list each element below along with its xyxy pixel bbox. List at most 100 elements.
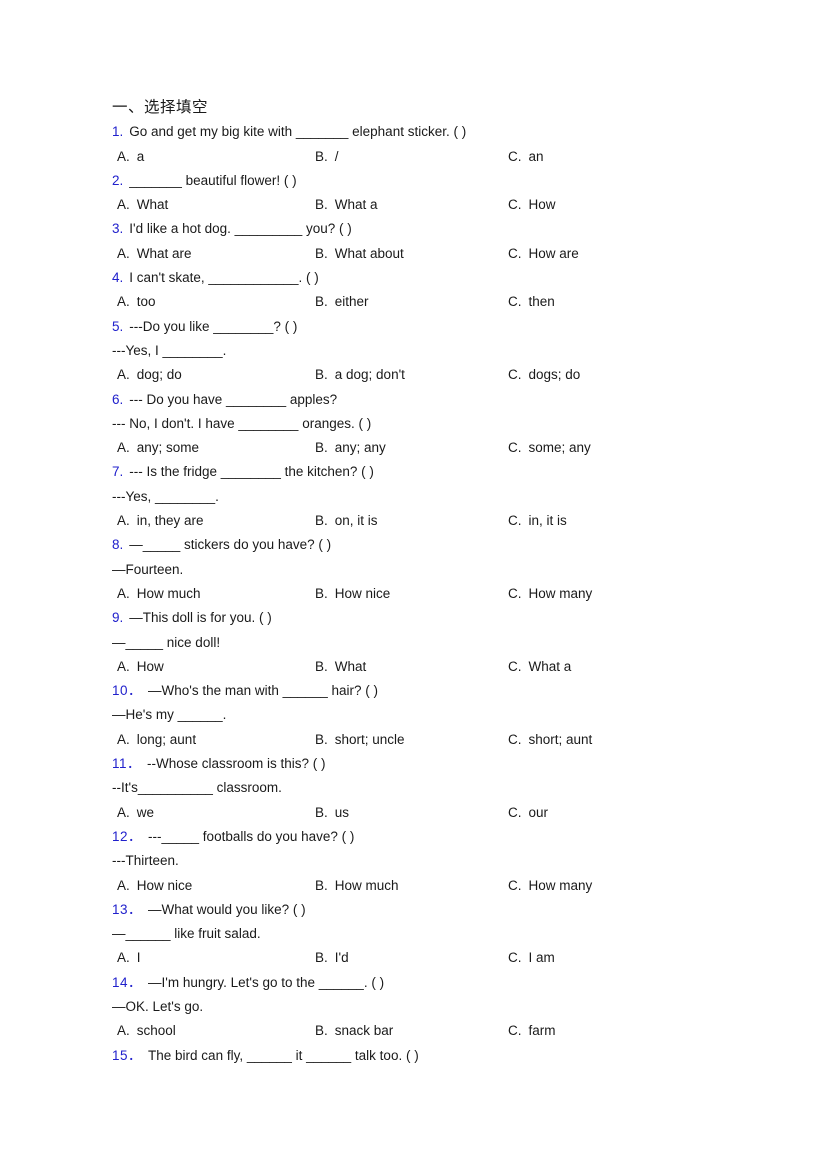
option-c-label: C. — [508, 877, 522, 893]
option-b-text: How much — [334, 877, 399, 893]
option-a-label: A. — [117, 440, 130, 456]
option-a-label: A. — [117, 148, 130, 164]
question-line: 6. --- Do you have ________ apples? — [112, 388, 772, 412]
option-b-label: B. — [315, 367, 328, 383]
option-a[interactable]: A. a — [117, 145, 144, 169]
option-b[interactable]: B. / — [315, 145, 339, 169]
option-b-label: B. — [315, 731, 328, 747]
option-b-label: B. — [315, 1023, 328, 1039]
option-c-text: How many — [528, 585, 593, 601]
option-a[interactable]: A. How nice — [117, 874, 192, 898]
option-c-text: dogs; do — [528, 367, 581, 383]
option-b-text: us — [334, 804, 350, 820]
question-continuation-line: ---Yes, ________. — [112, 488, 219, 504]
question-continuation-line: —OK. Let's go. — [112, 998, 204, 1014]
option-a[interactable]: A. too — [117, 290, 156, 314]
question-text: ---Do you like ________? ( ) — [129, 318, 298, 334]
option-b[interactable]: B. us — [315, 801, 349, 825]
option-c-text: an — [528, 148, 544, 164]
option-a[interactable]: A. I — [117, 946, 141, 970]
option-a[interactable]: A. What — [117, 193, 168, 217]
option-a[interactable]: A. school — [117, 1019, 176, 1043]
option-c[interactable]: C. How many — [508, 874, 592, 898]
option-c[interactable]: C. short; aunt — [508, 728, 592, 752]
option-c[interactable]: C. in, it is — [508, 509, 567, 533]
option-a-text: we — [136, 804, 155, 820]
option-c[interactable]: C. How — [508, 193, 556, 217]
option-a[interactable]: A. What are — [117, 242, 192, 266]
option-c-label: C. — [508, 245, 522, 261]
option-b[interactable]: B. on, it is — [315, 509, 378, 533]
option-c-label: C. — [508, 731, 522, 747]
option-b-label: B. — [315, 294, 328, 310]
option-b-text: What about — [334, 245, 404, 261]
option-c[interactable]: C. How many — [508, 582, 592, 606]
question-text: --Whose classroom is this? ( ) — [147, 756, 326, 772]
option-b[interactable]: B. How nice — [315, 582, 390, 606]
option-a[interactable]: A. How much — [117, 582, 201, 606]
option-c[interactable]: C. How are — [508, 242, 579, 266]
option-a-text: long; aunt — [136, 731, 197, 747]
option-c[interactable]: C. farm — [508, 1019, 556, 1043]
option-b[interactable]: B. short; uncle — [315, 728, 405, 752]
option-b[interactable]: B. How much — [315, 874, 399, 898]
question-number: 2. — [112, 172, 124, 188]
question-text: —This doll is for you. ( ) — [129, 610, 272, 626]
option-a[interactable]: A. long; aunt — [117, 728, 196, 752]
option-a-label: A. — [117, 658, 130, 674]
option-c[interactable]: C. then — [508, 290, 555, 314]
question-text: —_____ stickers do you have? ( ) — [129, 537, 332, 553]
option-c-label: C. — [508, 513, 522, 529]
option-a[interactable]: A. dog; do — [117, 363, 182, 387]
question-line: 10． —Who's the man with ______ hair? ( ) — [112, 679, 772, 703]
option-a[interactable]: A. we — [117, 801, 154, 825]
option-b[interactable]: B. What a — [315, 193, 378, 217]
option-row: A. I B. I'd C. I am — [112, 946, 772, 970]
option-b[interactable]: B. any; any — [315, 436, 386, 460]
option-a-label: A. — [117, 1023, 130, 1039]
option-row: A. we B. us C. our — [112, 801, 772, 825]
option-c-text: in, it is — [528, 513, 567, 529]
question-number: 8. — [112, 537, 124, 553]
question-text: The bird can fly, ______ it ______ talk … — [148, 1047, 419, 1063]
option-b-text: How nice — [334, 585, 391, 601]
option-b-label: B. — [315, 804, 328, 820]
option-a-label: A. — [117, 367, 130, 383]
option-a-label: A. — [117, 197, 130, 213]
option-c-text: short; aunt — [528, 731, 593, 747]
option-c-label: C. — [508, 804, 522, 820]
option-c[interactable]: C. our — [508, 801, 548, 825]
option-c[interactable]: C. I am — [508, 946, 555, 970]
option-c-text: I am — [528, 950, 555, 966]
option-c[interactable]: C. an — [508, 145, 544, 169]
option-b[interactable]: B. I'd — [315, 946, 349, 970]
option-b[interactable]: B. What — [315, 655, 366, 679]
question-number: 9. — [112, 610, 124, 626]
option-c[interactable]: C. dogs; do — [508, 363, 580, 387]
option-a[interactable]: A. in, they are — [117, 509, 204, 533]
option-b[interactable]: B. either — [315, 290, 369, 314]
question-text: I'd like a hot dog. _________ you? ( ) — [129, 221, 352, 237]
question-text: —What would you like? ( ) — [148, 901, 306, 917]
option-a-text: a — [136, 148, 145, 164]
option-b-text: What a — [334, 197, 378, 213]
option-a[interactable]: A. How — [117, 655, 164, 679]
option-c[interactable]: C. What a — [508, 655, 571, 679]
option-a[interactable]: A. any; some — [117, 436, 199, 460]
option-c-label: C. — [508, 148, 522, 164]
option-c-text: farm — [528, 1023, 556, 1039]
option-b[interactable]: B. What about — [315, 242, 404, 266]
option-a-text: What are — [136, 245, 192, 261]
question-number: 15． — [112, 1047, 143, 1063]
option-b-text: either — [334, 294, 369, 310]
option-b[interactable]: B. snack bar — [315, 1019, 393, 1043]
question-line: 4. I can't skate, ____________. ( ) — [112, 266, 772, 290]
option-c-text: How — [528, 197, 556, 213]
question-continuation-line: —He's my ______. — [112, 707, 227, 723]
question-number: 11． — [112, 756, 142, 772]
option-b-label: B. — [315, 877, 328, 893]
option-b[interactable]: B. a dog; don't — [315, 363, 405, 387]
option-c[interactable]: C. some; any — [508, 436, 591, 460]
question-line: 14． —I'm hungry. Let's go to the ______. … — [112, 971, 772, 995]
option-b-text: / — [334, 148, 339, 164]
